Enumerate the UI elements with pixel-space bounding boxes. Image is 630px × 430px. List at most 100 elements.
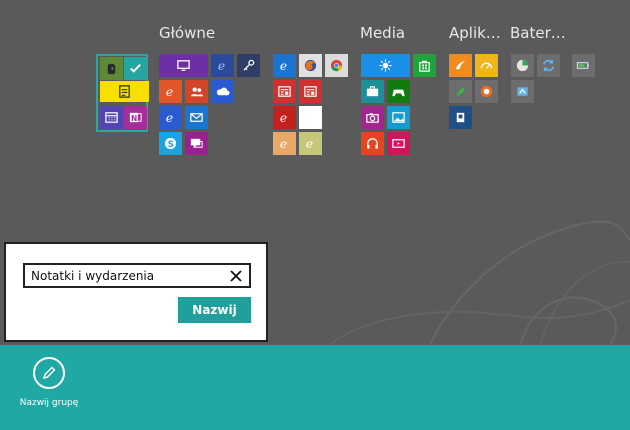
tile-news-2[interactable]	[299, 80, 322, 103]
svg-text:e: e	[280, 137, 287, 151]
tile-ie-desktop[interactable]: e	[211, 54, 234, 77]
store-icon	[419, 60, 430, 72]
tile-calendar[interactable]	[100, 106, 123, 129]
photo-icon	[392, 112, 405, 123]
mail-icon	[190, 113, 203, 122]
sun-icon	[379, 59, 392, 72]
speedometer-icon	[480, 62, 493, 69]
people-icon	[190, 87, 204, 97]
tile-app-blue[interactable]	[449, 106, 472, 129]
tile-ie-peach[interactable]: e	[273, 132, 296, 155]
pencil-icon	[42, 366, 56, 380]
tile-keys[interactable]	[237, 54, 260, 77]
tile-music[interactable]	[361, 132, 384, 155]
refresh-icon	[542, 59, 555, 72]
tile-onenote[interactable]: N	[124, 106, 147, 129]
group-title-apps[interactable]: Aplik…	[449, 24, 501, 42]
battery-icon	[576, 62, 590, 69]
tile-chrome[interactable]	[325, 54, 348, 77]
camera-icon	[366, 113, 379, 123]
tile-onedrive[interactable]	[211, 80, 234, 103]
video-icon	[392, 139, 405, 148]
tile-ie-red[interactable]: e	[273, 106, 296, 129]
gamepad-icon	[392, 89, 405, 97]
rename-group-dialog: Nazwij	[4, 242, 268, 342]
evernote-icon	[107, 63, 116, 75]
tile-ie-blue[interactable]: e	[159, 106, 182, 129]
tile-skype[interactable]: S	[159, 132, 182, 155]
internet-explorer-icon: e	[166, 111, 173, 125]
svg-text:e: e	[166, 85, 173, 99]
tile-battery-4[interactable]	[511, 80, 534, 103]
group-title-media[interactable]: Media	[360, 24, 405, 42]
internet-explorer-icon: e	[280, 59, 287, 73]
internet-explorer-icon: e	[306, 137, 313, 151]
svg-text:e: e	[280, 111, 287, 125]
tile-notes[interactable]	[100, 81, 149, 102]
app-icon	[517, 87, 528, 96]
tile-app-avast[interactable]	[475, 80, 498, 103]
key-icon	[243, 59, 255, 71]
svg-text:S: S	[168, 139, 174, 149]
group-title-main[interactable]: Główne	[159, 24, 215, 42]
tile-people[interactable]	[185, 80, 208, 103]
internet-explorer-icon: e	[280, 111, 287, 125]
rename-group-label: Nazwij grupę	[19, 398, 79, 408]
app-icon	[455, 60, 466, 70]
chrome-icon	[330, 59, 343, 72]
tile-app-yellow[interactable]	[475, 54, 498, 77]
tile-battery-3[interactable]	[572, 54, 595, 77]
onenote-icon: N	[129, 112, 142, 123]
tile-ie-orange[interactable]: e	[159, 80, 182, 103]
svg-text:e: e	[218, 59, 225, 73]
shield-icon	[480, 85, 493, 98]
tile-tasks[interactable]	[124, 57, 147, 80]
tile-app-orange[interactable]	[449, 54, 472, 77]
tile-blank[interactable]	[299, 106, 322, 129]
tile-firefox[interactable]	[299, 54, 322, 77]
tile-battery-1[interactable]	[511, 54, 534, 77]
svg-text:e: e	[306, 137, 313, 151]
internet-explorer-icon: e	[218, 59, 225, 73]
tile-evernote[interactable]	[100, 57, 123, 80]
svg-text:e: e	[280, 59, 287, 73]
tile-messaging[interactable]	[185, 132, 208, 155]
internet-explorer-icon: e	[166, 85, 173, 99]
tile-mail[interactable]	[185, 106, 208, 129]
rename-confirm-button[interactable]: Nazwij	[178, 297, 251, 323]
tile-battery-2[interactable]	[537, 54, 560, 77]
news-icon	[304, 86, 317, 97]
headphones-icon	[367, 138, 378, 149]
disc-icon	[516, 59, 529, 72]
tile-camera[interactable]	[361, 106, 384, 129]
skype-icon: S	[164, 137, 177, 150]
cloud-icon	[216, 87, 230, 96]
leaf-icon	[456, 86, 466, 97]
svg-text:N: N	[131, 114, 137, 123]
internet-explorer-icon: e	[280, 137, 287, 151]
tile-desktop[interactable]	[159, 54, 208, 77]
notepad-icon	[119, 85, 130, 98]
group-name-field[interactable]	[23, 263, 251, 288]
tile-news-1[interactable]	[273, 80, 296, 103]
tile-ie-olive[interactable]: e	[299, 132, 322, 155]
checkmark-icon	[130, 64, 141, 73]
chat-icon	[190, 138, 203, 149]
suitcase-icon	[366, 86, 379, 97]
firefox-icon	[304, 59, 317, 72]
clear-button[interactable]	[227, 267, 245, 285]
tile-app-green[interactable]	[449, 80, 472, 103]
tile-ie-modern[interactable]: e	[273, 54, 296, 77]
rename-command-button[interactable]	[33, 357, 65, 389]
tile-store[interactable]	[413, 54, 436, 77]
tile-games[interactable]	[387, 80, 410, 103]
group-title-battery[interactable]: Bater…	[510, 24, 566, 42]
news-icon	[278, 86, 291, 97]
tile-travel[interactable]	[361, 80, 384, 103]
tile-weather[interactable]	[361, 54, 410, 77]
tile-video[interactable]	[387, 132, 410, 155]
app-icon	[456, 112, 465, 123]
tile-photos[interactable]	[387, 106, 410, 129]
group-name-input[interactable]	[25, 265, 221, 287]
rename-group-command[interactable]: Nazwij grupę	[14, 357, 84, 408]
